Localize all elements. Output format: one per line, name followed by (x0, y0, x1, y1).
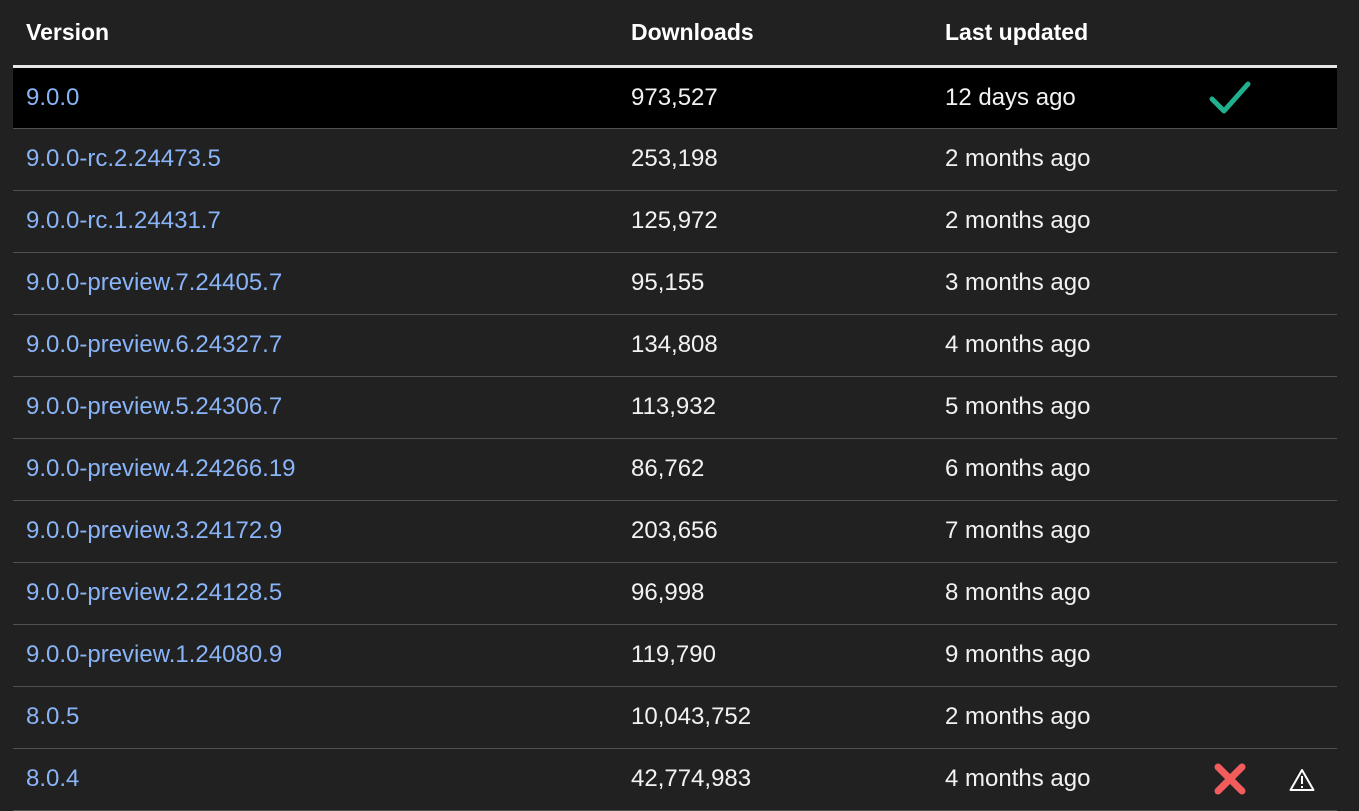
downloads-cell: 42,774,983 (618, 748, 932, 811)
status-icon-cell (1194, 624, 1266, 687)
column-header-status (1194, 0, 1266, 68)
table-row[interactable]: 9.0.0-rc.1.24431.7 125,972 2 months ago (13, 190, 1337, 253)
last-updated-cell: 5 months ago (932, 376, 1194, 439)
last-updated-cell: 2 months ago (932, 128, 1194, 191)
status-icon-cell (1194, 686, 1266, 749)
version-cell: 9.0.0-preview.5.24306.7 (13, 376, 618, 439)
status-icon-cell (1194, 500, 1266, 563)
table-row[interactable]: 9.0.0-preview.7.24405.7 95,155 3 months ag… (13, 252, 1337, 315)
table-row[interactable]: 9.0.0-rc.2.24473.5 253,198 2 months ago (13, 128, 1337, 191)
downloads-cell: 113,932 (618, 376, 932, 439)
last-updated-cell: 7 months ago (932, 500, 1194, 563)
status-icon-cell (1194, 376, 1266, 439)
column-header-downloads: Downloads (618, 0, 932, 68)
version-cell: 8.0.4 (13, 748, 618, 811)
warning-icon-cell (1266, 252, 1337, 315)
status-icon-cell (1194, 314, 1266, 377)
warning-icon-cell (1266, 748, 1337, 811)
status-icon-cell (1194, 438, 1266, 501)
version-cell: 9.0.0-preview.2.24128.5 (13, 562, 618, 625)
warning-icon-cell (1266, 686, 1337, 749)
version-link[interactable]: 9.0.0-preview.1.24080.9 (26, 641, 282, 668)
warning-icon-cell (1266, 562, 1337, 625)
version-link[interactable]: 9.0.0-preview.6.24327.7 (26, 331, 282, 358)
version-link[interactable]: 9.0.0-rc.1.24431.7 (26, 207, 221, 234)
version-link[interactable]: 9.0.0-preview.5.24306.7 (26, 393, 282, 420)
status-icon-cell (1194, 252, 1266, 315)
downloads-cell: 134,808 (618, 314, 932, 377)
table-row[interactable]: 9.0.0-preview.3.24172.9 203,656 7 months a… (13, 500, 1337, 563)
last-updated-cell: 3 months ago (932, 252, 1194, 315)
version-cell: 9.0.0-preview.3.24172.9 (13, 500, 618, 563)
last-updated-cell: 4 months ago (932, 314, 1194, 377)
version-cell: 9.0.0-preview.1.24080.9 (13, 624, 618, 687)
table-row[interactable]: 9.0.0-preview.1.24080.9 119,790 9 months a… (13, 624, 1337, 687)
last-updated-cell: 2 months ago (932, 686, 1194, 749)
downloads-cell: 119,790 (618, 624, 932, 687)
red-x-icon (1213, 763, 1247, 795)
downloads-cell: 253,198 (618, 128, 932, 191)
downloads-cell: 125,972 (618, 190, 932, 253)
downloads-cell: 86,762 (618, 438, 932, 501)
warning-icon-cell (1266, 66, 1337, 129)
version-link[interactable]: 8.0.4 (26, 765, 79, 792)
last-updated-cell: 12 days ago (932, 66, 1194, 129)
downloads-cell: 10,043,752 (618, 686, 932, 749)
header-row: Version Downloads Last updated (13, 0, 1337, 68)
version-link[interactable]: 8.0.5 (26, 703, 79, 730)
status-icon-cell (1194, 748, 1266, 811)
table-body: 9.0.0 973,527 12 days ago 9.0.0-rc.2.24473.… (13, 66, 1337, 811)
status-icon-cell (1194, 562, 1266, 625)
version-cell: 9.0.0-preview.7.24405.7 (13, 252, 618, 315)
table-row[interactable]: 8.0.5 10,043,752 2 months ago (13, 686, 1337, 749)
table-row[interactable]: 9.0.0-preview.4.24266.19 86,762 6 months a… (13, 438, 1337, 501)
version-link[interactable]: 9.0.0-rc.2.24473.5 (26, 145, 221, 172)
version-cell: 9.0.0 (13, 66, 618, 129)
table-header: Version Downloads Last updated (13, 0, 1337, 68)
warning-icon-cell (1266, 438, 1337, 501)
warning-icon-cell (1266, 376, 1337, 439)
version-cell: 9.0.0-preview.4.24266.19 (13, 438, 618, 501)
versions-table-container: Version Downloads Last updated 9.0.0 973,… (13, 0, 1337, 811)
column-header-last-updated: Last updated (932, 0, 1194, 68)
downloads-cell: 96,998 (618, 562, 932, 625)
table-row[interactable]: 9.0.0 973,527 12 days ago (13, 66, 1337, 129)
version-cell: 9.0.0-preview.6.24327.7 (13, 314, 618, 377)
table-row[interactable]: 9.0.0-preview.6.24327.7 134,808 4 months a… (13, 314, 1337, 377)
last-updated-cell: 6 months ago (932, 438, 1194, 501)
column-header-version: Version (13, 0, 618, 68)
downloads-cell: 95,155 (618, 252, 932, 315)
warning-icon-cell (1266, 128, 1337, 191)
warning-icon-cell (1266, 500, 1337, 563)
version-cell: 9.0.0-rc.1.24431.7 (13, 190, 618, 253)
status-icon-cell (1194, 128, 1266, 191)
status-icon-cell (1194, 190, 1266, 253)
table-row[interactable]: 9.0.0-preview.2.24128.5 96,998 8 months ag… (13, 562, 1337, 625)
downloads-cell: 203,656 (618, 500, 932, 563)
version-link[interactable]: 9.0.0-preview.7.24405.7 (26, 269, 282, 296)
warning-icon-cell (1266, 314, 1337, 377)
last-updated-cell: 2 months ago (932, 190, 1194, 253)
last-updated-cell: 4 months ago (932, 748, 1194, 811)
version-cell: 8.0.5 (13, 686, 618, 749)
warning-icon-cell (1266, 624, 1337, 687)
table-row[interactable]: 9.0.0-preview.5.24306.7 113,932 5 months a… (13, 376, 1337, 439)
column-header-warning (1266, 0, 1337, 68)
warning-triangle-icon[interactable] (1289, 765, 1315, 792)
version-link[interactable]: 9.0.0-preview.2.24128.5 (26, 579, 282, 606)
version-link[interactable]: 9.0.0-preview.4.24266.19 (26, 455, 296, 482)
last-updated-cell: 9 months ago (932, 624, 1194, 687)
version-cell: 9.0.0-rc.2.24473.5 (13, 128, 618, 191)
checkmark-icon (1209, 81, 1251, 113)
version-link[interactable]: 9.0.0 (26, 84, 79, 111)
downloads-cell: 973,527 (618, 66, 932, 129)
warning-icon-cell (1266, 190, 1337, 253)
last-updated-cell: 8 months ago (932, 562, 1194, 625)
versions-table: Version Downloads Last updated 9.0.0 973,… (13, 0, 1337, 811)
status-icon-cell (1194, 66, 1266, 129)
table-row[interactable]: 8.0.4 42,774,983 4 months ago (13, 748, 1337, 811)
version-link[interactable]: 9.0.0-preview.3.24172.9 (26, 517, 282, 544)
